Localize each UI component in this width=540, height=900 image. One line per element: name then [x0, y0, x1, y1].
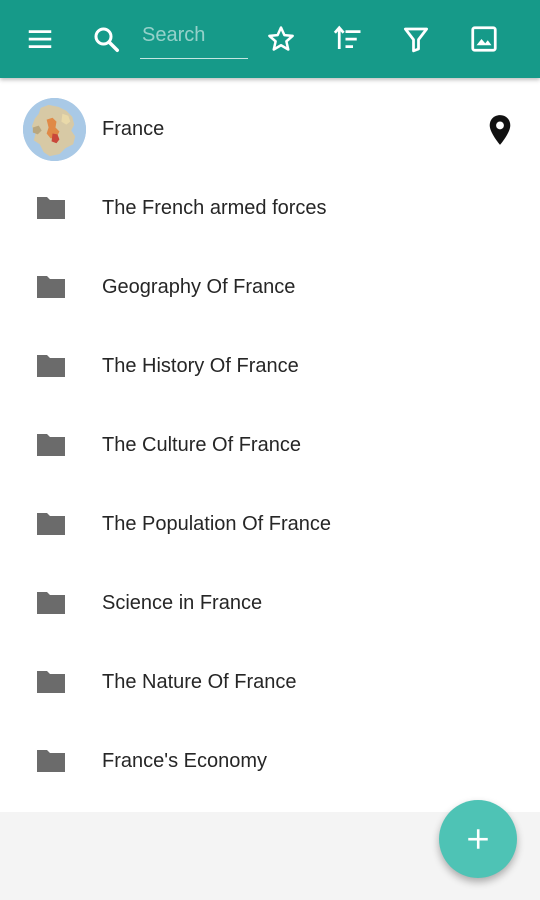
list-item-folder[interactable]: The Culture Of France [0, 406, 540, 485]
folder-icon [37, 750, 65, 772]
list-item-label: Science in France [102, 592, 263, 614]
list-item-label: The History Of France [102, 355, 299, 377]
folder-icon [37, 355, 65, 377]
list-item-folder[interactable]: The Nature Of France [0, 643, 540, 722]
list-item-label: The Culture Of France [102, 434, 301, 456]
star-outline-icon[interactable] [257, 0, 305, 78]
folder-icon [37, 434, 65, 456]
search-icon[interactable] [82, 0, 130, 78]
list-item-folder[interactable]: Geography Of France [0, 248, 540, 327]
list-item-label: The French armed forces [102, 197, 327, 219]
folder-icon [37, 276, 65, 298]
list-item-label: The Population Of France [102, 513, 332, 535]
plus-icon [468, 829, 488, 849]
map-pin-icon[interactable] [486, 114, 514, 146]
folder-icon [37, 592, 65, 614]
list-item-label: France's Economy [102, 750, 267, 772]
category-list: France The French armed forces Geography… [0, 78, 540, 812]
folder-icon [37, 671, 65, 693]
app-screen: France The French armed forces Geography… [0, 0, 540, 900]
list-item-folder[interactable]: The French armed forces [0, 169, 540, 248]
filter-icon[interactable] [392, 0, 440, 78]
list-item-label: Geography Of France [102, 276, 296, 298]
folder-icon [37, 197, 65, 219]
search-field[interactable] [140, 18, 250, 59]
list-item-folder[interactable]: The History Of France [0, 327, 540, 406]
list-item-folder[interactable]: The Population Of France [0, 485, 540, 564]
add-button[interactable] [439, 800, 517, 878]
list-item-label: France [102, 118, 165, 140]
list-item-label: The Nature Of France [102, 671, 297, 693]
folder-icon [37, 513, 65, 535]
list-item-folder[interactable]: France's Economy [0, 722, 540, 801]
top-toolbar [0, 0, 540, 78]
menu-icon[interactable] [16, 0, 64, 78]
list-item-folder[interactable]: Science in France [0, 564, 540, 643]
image-icon[interactable] [460, 0, 508, 78]
europe-map-thumbnail [23, 98, 86, 161]
search-input[interactable] [140, 18, 250, 52]
list-item-france[interactable]: France [0, 90, 540, 169]
sort-icon[interactable] [324, 0, 372, 78]
